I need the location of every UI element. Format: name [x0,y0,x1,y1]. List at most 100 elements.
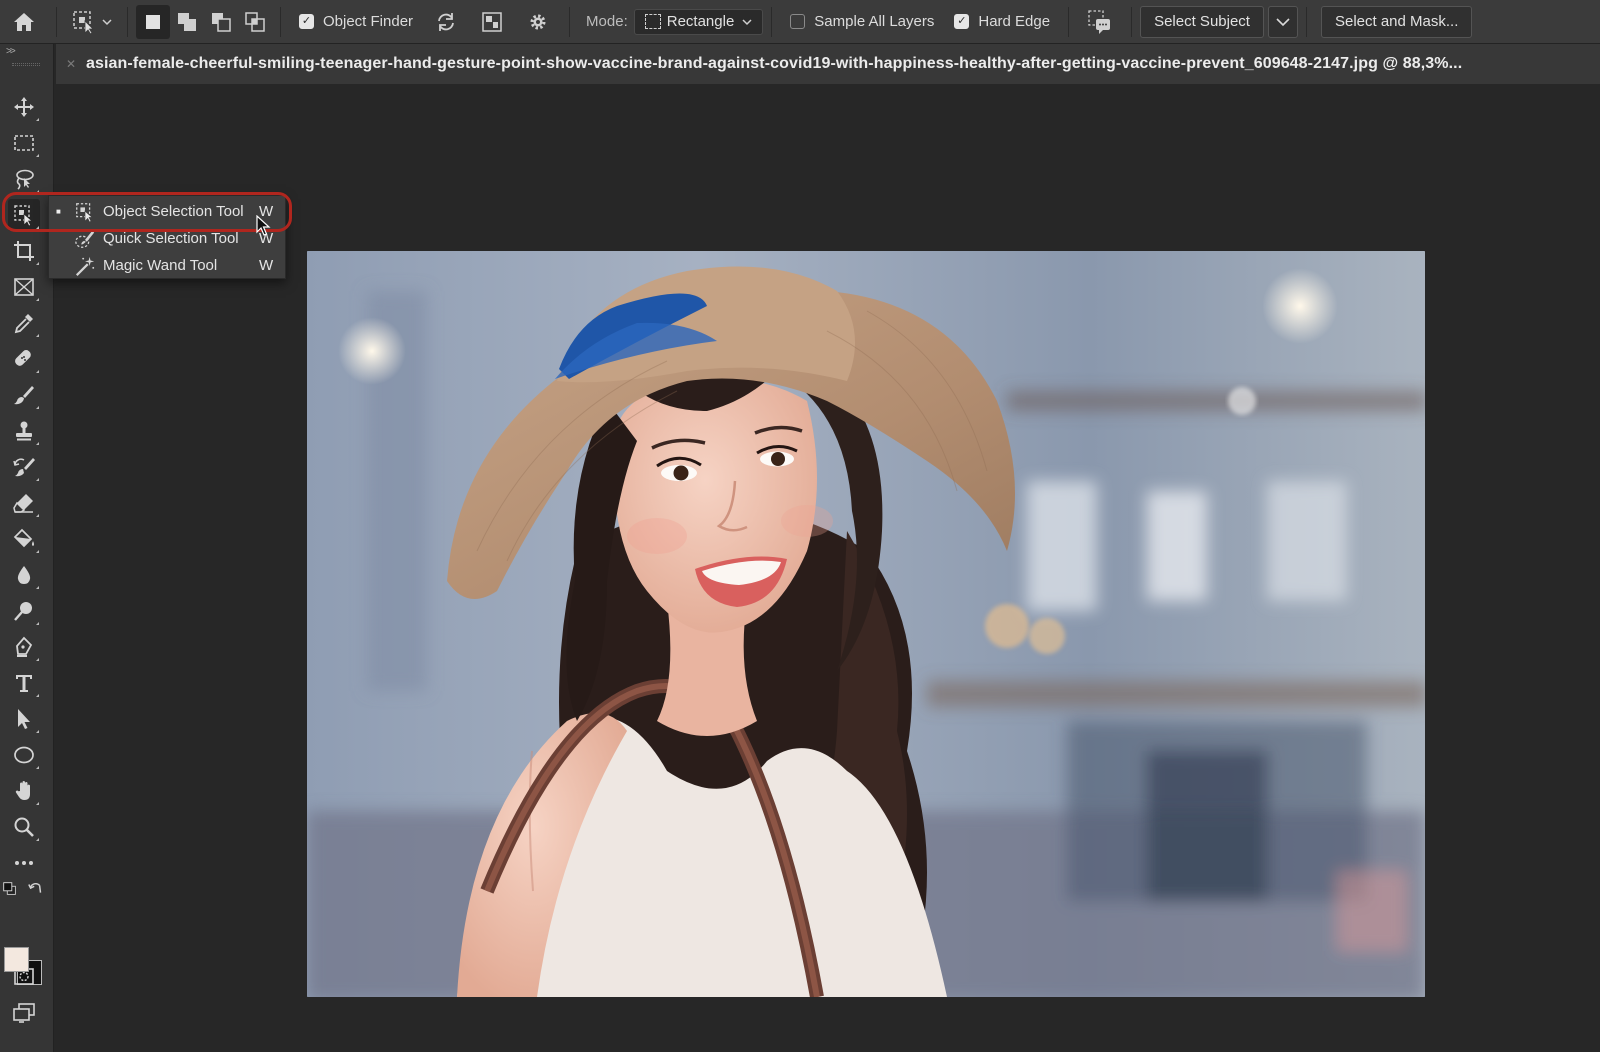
document-photo[interactable] [307,251,1425,997]
object-selection-icon [73,201,97,223]
divider [127,6,128,37]
divider [1305,6,1307,37]
document-tab[interactable]: ✕ asian-female-cheerful-smiling-teenager… [56,44,1600,84]
new-selection-button[interactable] [136,4,170,39]
checkbox-unchecked-icon [790,14,806,29]
brush-tool[interactable] [8,379,40,411]
rectangle-mode-icon [644,14,661,29]
object-selection-tool[interactable] [8,199,40,231]
magic-wand-icon [73,255,97,277]
brush-icon [14,386,34,405]
move-tool[interactable] [8,91,40,123]
eyedropper-tool[interactable] [8,307,40,339]
active-indicator: ■ [56,207,61,216]
options-bar: ✓ Object Finder Mode: Rectangle Sample A… [0,0,1600,44]
dodge-icon [14,602,32,621]
select-subject-dropdown[interactable] [1267,5,1298,38]
foreground-color-swatch[interactable] [4,947,29,972]
lasso-tool[interactable] [8,163,40,195]
paint-bucket-icon [13,528,34,548]
history-brush-tool[interactable] [8,451,40,483]
subtract-from-selection-button[interactable] [204,5,238,39]
subtract-selection-icon [212,12,231,32]
spot-healing-tool[interactable] [8,343,40,375]
swap-arrow-icon [28,883,42,893]
add-to-selection-icon [178,12,196,31]
lasso-icon [16,169,34,190]
add-to-selection-button[interactable] [170,5,204,39]
sample-all-layers-label: Sample All Layers [814,13,935,30]
dodge-tool[interactable] [8,595,40,627]
tool-preset-picker[interactable] [65,9,119,35]
quick-selection-icon [73,228,97,250]
type-tool[interactable] [8,667,40,699]
path-selection-tool[interactable] [8,703,40,735]
home-icon [14,12,34,31]
close-icon[interactable]: ✕ [56,57,86,71]
selection-feedback-icon [1088,9,1111,34]
flyout-item-quick-selection[interactable]: Quick Selection Tool W [49,225,287,252]
select-and-mask-button[interactable]: Select and Mask... [1320,5,1473,38]
zoom-tool[interactable] [8,811,40,843]
flyout-item-label: Object Selection Tool [103,203,244,220]
blur-tool[interactable] [8,559,40,591]
show-all-objects-button[interactable] [475,5,509,39]
ellipsis-icon [15,861,33,865]
panel-grip[interactable] [12,63,40,66]
flyout-item-label: Quick Selection Tool [103,230,239,247]
sample-all-layers-checkbox[interactable]: Sample All Layers [790,13,934,30]
droplet-icon [17,566,31,584]
hard-edge-checkbox[interactable]: ✓ Hard Edge [954,13,1050,30]
rectangular-marquee-tool[interactable] [8,127,40,159]
chevron-down-icon [1276,17,1290,26]
refresh-icon [438,12,454,31]
flyout-item-object-selection[interactable]: ■ Object Selection Tool W [49,198,287,225]
object-finder-settings-button[interactable] [521,5,555,39]
object-selection-icon [73,10,94,35]
pen-tool[interactable] [8,631,40,663]
frame-tool[interactable] [8,271,40,303]
screen-mode-button[interactable] [8,997,40,1029]
ellipse-tool[interactable] [8,739,40,771]
tools-panel: >> [0,44,54,1052]
gear-icon [530,14,546,29]
eraser-tool[interactable] [8,487,40,519]
hand-tool[interactable] [8,775,40,807]
marquee-icon [14,135,34,151]
document-title: asian-female-cheerful-smiling-teenager-h… [86,55,1463,72]
refresh-object-finder-button[interactable] [429,5,463,39]
mode-select[interactable]: Rectangle [633,8,764,35]
default-colors-icon [3,882,16,895]
stamp-icon [16,421,32,441]
swap-colors-button[interactable] [26,879,46,899]
default-colors-button[interactable] [0,879,20,899]
show-objects-icon [482,11,502,32]
divider [1068,6,1070,37]
selection-tools-flyout: ■ Object Selection Tool W Quick Selectio… [48,195,286,279]
flyout-item-label: Magic Wand Tool [103,257,218,274]
divider [771,6,773,37]
divider [56,6,57,37]
collapse-panel-icon[interactable]: >> [6,46,16,57]
clone-stamp-tool[interactable] [8,415,40,447]
checkbox-checked-icon: ✓ [954,14,970,29]
home-button[interactable] [0,0,48,44]
more-tools[interactable] [8,847,40,879]
photo-portrait-image [307,251,1425,997]
healing-brush-icon [15,350,31,366]
select-subject-button[interactable]: Select Subject [1140,5,1264,38]
object-finder-label: Object Finder [323,13,414,30]
object-finder-checkbox[interactable]: ✓ Object Finder [299,13,413,30]
chevron-down-icon [742,18,752,25]
new-selection-icon [146,14,160,29]
intersect-selection-button[interactable] [238,5,272,39]
intersect-selection-icon [245,11,265,32]
paint-bucket-tool[interactable] [8,523,40,555]
crop-tool[interactable] [8,235,40,267]
flyout-item-shortcut: W [259,257,274,274]
select-subject-feedback-button[interactable] [1083,5,1117,39]
mode-value: Rectangle [666,13,735,30]
crop-icon [14,241,34,261]
ellipse-icon [14,746,34,764]
flyout-item-magic-wand[interactable]: Magic Wand Tool W [49,252,287,279]
